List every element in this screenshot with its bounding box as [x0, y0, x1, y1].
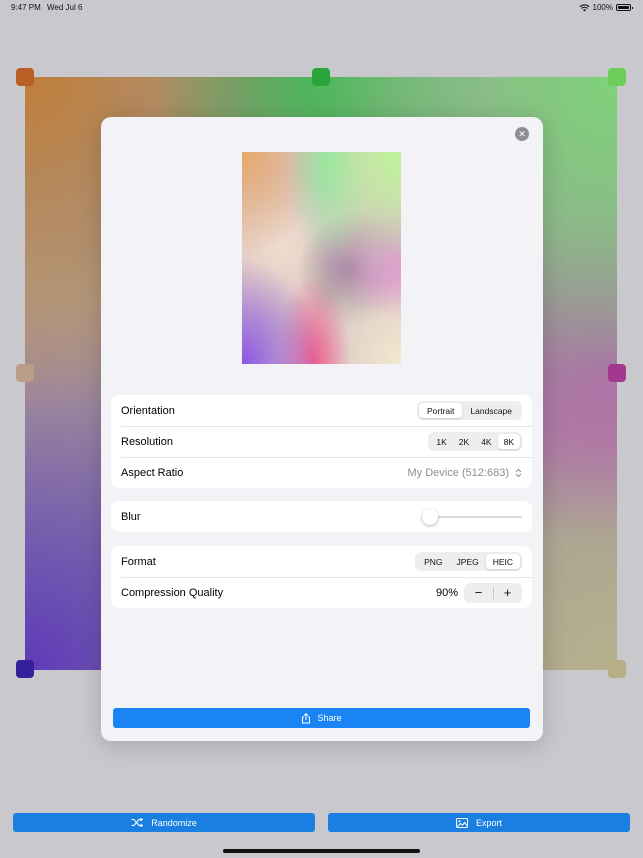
- increment-button[interactable]: +: [493, 583, 522, 603]
- resolution-option-1k[interactable]: 1K: [430, 434, 452, 449]
- color-handle-top-center[interactable]: [312, 68, 330, 86]
- aspect-ratio-row[interactable]: Aspect Ratio My Device (512:683): [111, 457, 532, 488]
- blur-label: Blur: [121, 510, 141, 523]
- color-handle-bottom-left[interactable]: [16, 660, 34, 678]
- resolution-row: Resolution 1K 2K 4K 8K: [111, 426, 532, 457]
- home-indicator: [223, 849, 420, 853]
- format-option-jpeg[interactable]: JPEG: [449, 554, 485, 569]
- resolution-option-4k[interactable]: 4K: [475, 434, 497, 449]
- aspect-ratio-label: Aspect Ratio: [121, 466, 184, 479]
- status-indicators: 100%: [579, 3, 633, 12]
- close-icon: ✕: [518, 129, 526, 139]
- color-handle-top-left[interactable]: [16, 68, 34, 86]
- decrement-button[interactable]: −: [464, 583, 493, 603]
- chevron-up-down-icon: [515, 468, 522, 478]
- shuffle-icon: [131, 818, 144, 827]
- blur-row: Blur: [111, 501, 532, 532]
- aspect-ratio-value: My Device (512:683): [407, 466, 510, 479]
- aspect-ratio-picker[interactable]: My Device (512:683): [408, 467, 523, 479]
- format-segmented-control: PNG JPEG HEIC: [415, 552, 522, 571]
- compression-value: 90%: [435, 586, 458, 599]
- resolution-option-8k[interactable]: 8K: [497, 434, 520, 449]
- color-handle-middle-left[interactable]: [16, 364, 34, 382]
- format-option-png[interactable]: PNG: [417, 554, 449, 569]
- randomize-button[interactable]: Randomize: [13, 813, 315, 832]
- wallpaper-preview: [242, 152, 401, 364]
- wifi-icon: [579, 3, 590, 12]
- battery-fill: [618, 6, 629, 9]
- export-modal: ✕ Orientation Portrait Landscape Resolut…: [101, 117, 543, 741]
- settings-group-size: Orientation Portrait Landscape Resolutio…: [111, 395, 532, 488]
- status-bar: 9:47 PM Wed Jul 6 100%: [0, 0, 643, 16]
- settings-group-blur: Blur: [111, 501, 532, 532]
- orientation-label: Orientation: [121, 404, 175, 417]
- resolution-segmented-control: 1K 2K 4K 8K: [428, 432, 522, 451]
- format-label: Format: [121, 555, 156, 568]
- color-handle-bottom-right[interactable]: [608, 660, 626, 678]
- battery-percent: 100%: [592, 3, 613, 12]
- compression-label: Compression Quality: [121, 586, 224, 599]
- resolution-label: Resolution: [121, 435, 173, 448]
- format-option-heic[interactable]: HEIC: [485, 554, 520, 569]
- battery-icon: [616, 4, 633, 11]
- color-handle-middle-right[interactable]: [608, 364, 626, 382]
- randomize-label: Randomize: [151, 817, 197, 828]
- status-time: 9:47 PM: [11, 3, 41, 12]
- orientation-option-landscape[interactable]: Landscape: [462, 403, 520, 418]
- export-button[interactable]: Export: [328, 813, 630, 832]
- blur-slider-thumb[interactable]: [422, 508, 438, 525]
- orientation-segmented-control: Portrait Landscape: [417, 401, 522, 420]
- compression-control: 90% − +: [435, 582, 522, 603]
- image-icon: [455, 817, 468, 828]
- status-date: Wed Jul 6: [47, 3, 83, 12]
- share-button[interactable]: Share: [113, 708, 530, 728]
- share-label: Share: [317, 713, 342, 723]
- format-row: Format PNG JPEG HEIC: [111, 546, 532, 577]
- close-button[interactable]: ✕: [515, 127, 529, 141]
- compression-row: Compression Quality 90% − +: [111, 577, 532, 608]
- export-label: Export: [475, 817, 502, 828]
- settings-group-format: Format PNG JPEG HEIC Compression Quality…: [111, 546, 532, 608]
- share-icon: [301, 712, 311, 724]
- resolution-option-2k[interactable]: 2K: [453, 434, 475, 449]
- orientation-option-portrait[interactable]: Portrait: [419, 403, 463, 418]
- blur-slider[interactable]: [422, 508, 522, 525]
- orientation-row: Orientation Portrait Landscape: [111, 395, 532, 426]
- color-handle-top-right[interactable]: [608, 68, 626, 86]
- compression-stepper: − +: [464, 582, 522, 603]
